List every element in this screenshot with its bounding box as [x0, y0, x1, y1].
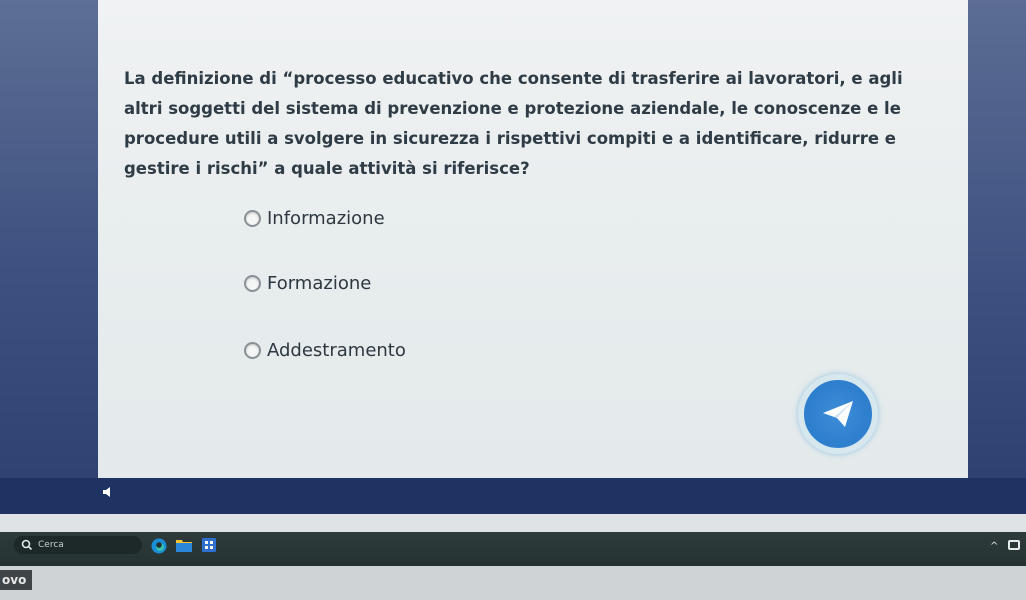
- send-button[interactable]: [798, 374, 878, 454]
- option-informazione[interactable]: Informazione: [244, 208, 385, 229]
- folder-icon[interactable]: [176, 538, 192, 552]
- battery-icon[interactable]: [1008, 540, 1020, 550]
- stage-bottom: [0, 478, 1026, 518]
- taskbar: Cerca ^: [0, 532, 1026, 566]
- search-icon: [21, 539, 33, 551]
- option-label: Formazione: [267, 273, 372, 294]
- monitor-frame: [0, 566, 1026, 600]
- question-text: La definizione di “processo educativo ch…: [124, 69, 903, 178]
- radio-button[interactable]: [244, 275, 261, 292]
- store-icon[interactable]: [202, 538, 216, 552]
- edge-icon[interactable]: [150, 537, 168, 555]
- speaker-icon[interactable]: [102, 486, 116, 498]
- monitor-edge: [0, 514, 1026, 532]
- brand-logo: ovo: [0, 570, 32, 590]
- taskbar-search[interactable]: Cerca: [14, 536, 142, 554]
- option-label: Addestramento: [267, 340, 406, 361]
- radio-button[interactable]: [244, 342, 261, 359]
- option-label: Informazione: [267, 208, 385, 229]
- paper-plane-icon: [823, 401, 853, 427]
- option-formazione[interactable]: Formazione: [244, 273, 371, 294]
- radio-button[interactable]: [244, 210, 261, 227]
- right-bezel: [968, 0, 1026, 478]
- chevron-up-icon[interactable]: ^: [990, 541, 998, 552]
- quiz-card: La definizione di “processo educativo ch…: [98, 0, 968, 478]
- option-addestramento[interactable]: Addestramento: [244, 340, 406, 361]
- left-bezel: [0, 0, 98, 478]
- search-label: Cerca: [38, 540, 64, 550]
